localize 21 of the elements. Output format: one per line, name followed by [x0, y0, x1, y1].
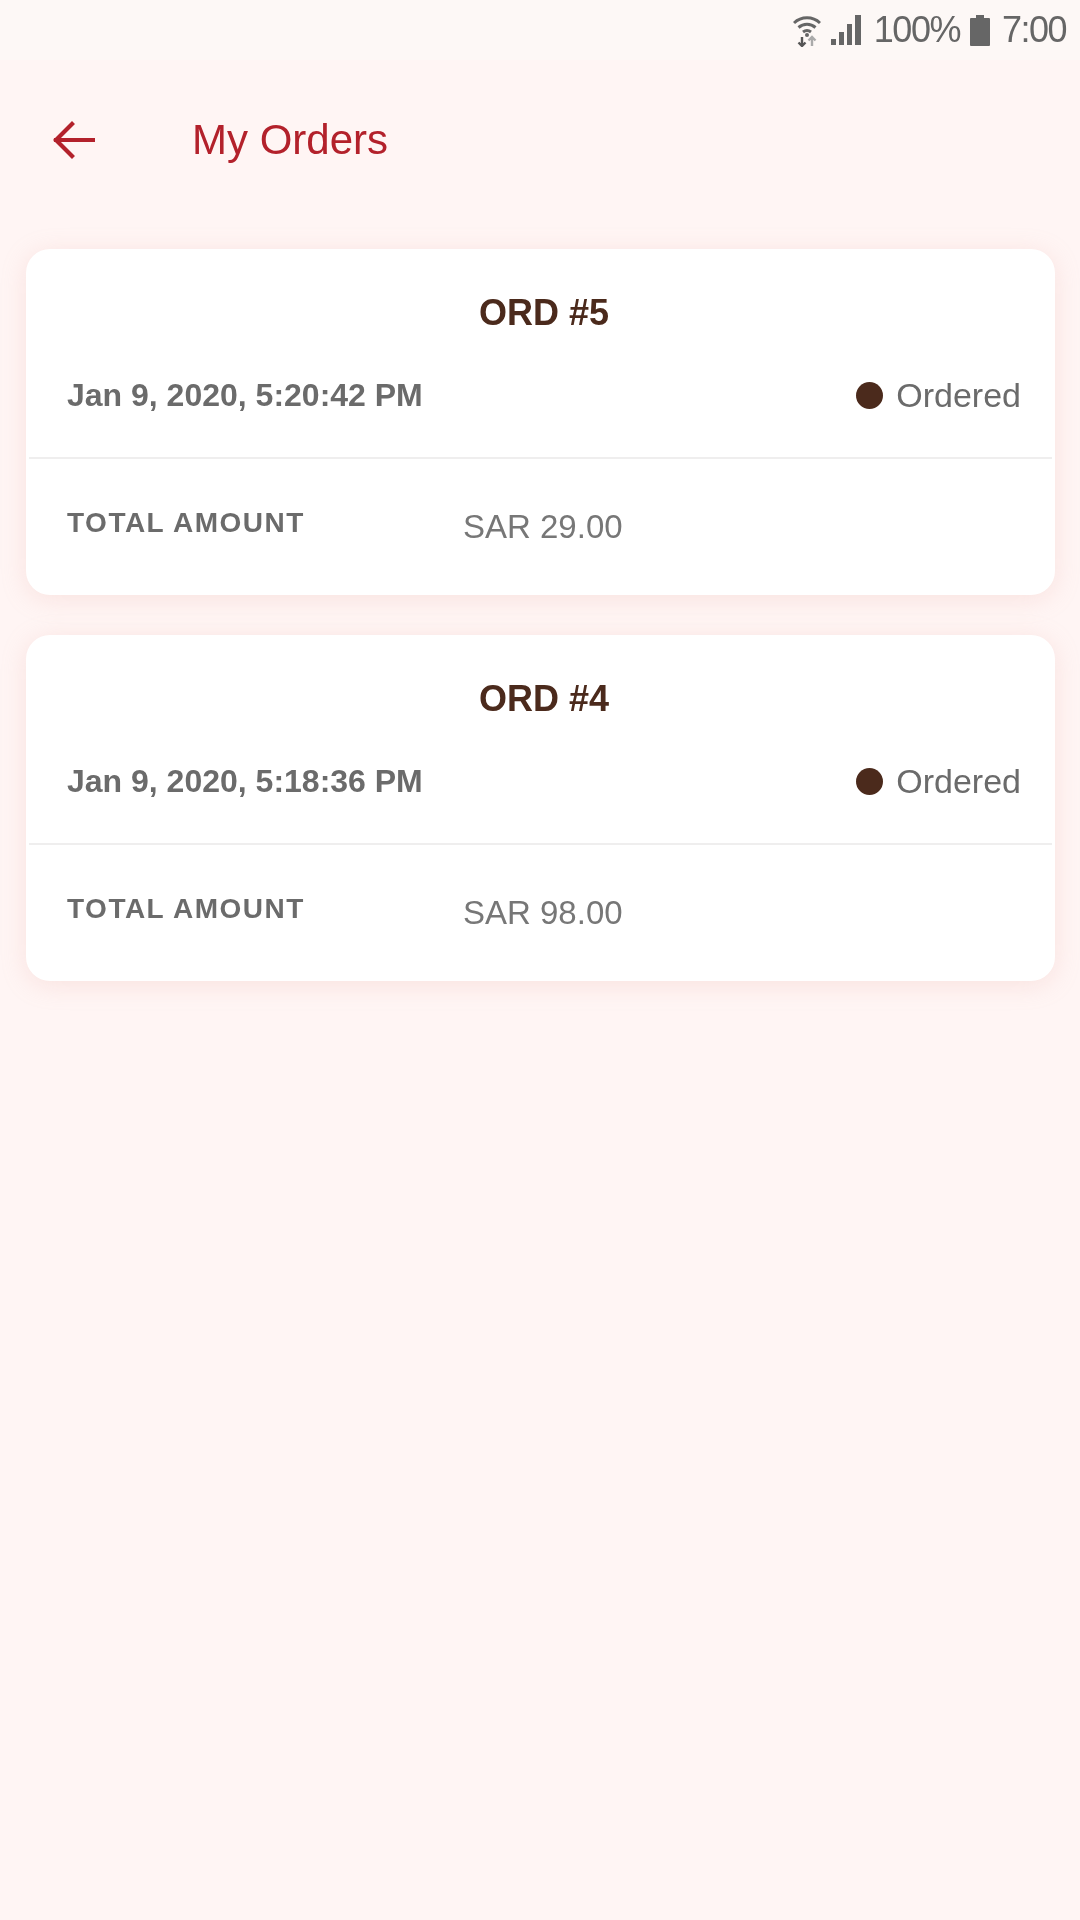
- order-status: Ordered: [896, 761, 1021, 802]
- back-icon[interactable]: [51, 121, 95, 159]
- total-label: TOTAL AMOUNT: [67, 506, 306, 540]
- wifi-icon: [792, 15, 821, 47]
- order-date: Jan 9, 2020, 5:20:42 PM: [67, 376, 423, 415]
- battery-percent: 100%: [873, 10, 960, 50]
- order-status: Ordered: [896, 375, 1021, 416]
- status-dot-icon: [856, 381, 884, 409]
- order-number: ORD #5: [477, 291, 610, 335]
- order-number: ORD #4: [477, 677, 610, 721]
- total-label: TOTAL AMOUNT: [67, 892, 306, 926]
- total-amount: SAR 29.00: [463, 507, 623, 547]
- order-card[interactable]: ORD #5 Jan 9, 2020, 5:20:42 PM Ordered TOTAL AMOUNT SAR 29.00: [26, 249, 1055, 595]
- signal-icon: [830, 15, 861, 45]
- clock-time: 7:00: [1001, 10, 1066, 50]
- battery-icon: [969, 14, 990, 46]
- status-dot-icon: [856, 767, 884, 795]
- page-title: My Orders: [192, 115, 388, 165]
- order-date: Jan 9, 2020, 5:18:36 PM: [67, 762, 423, 801]
- order-card[interactable]: ORD #4 Jan 9, 2020, 5:18:36 PM Ordered TOTAL AMOUNT SAR 98.00: [26, 635, 1055, 981]
- total-amount: SAR 98.00: [463, 893, 623, 933]
